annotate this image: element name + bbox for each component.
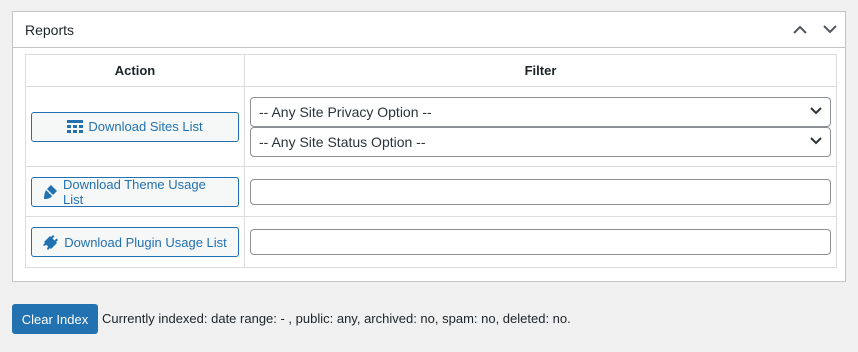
table-row: Download Theme Usage List (25, 166, 837, 217)
table-row: Download Plugin Usage List (25, 216, 837, 268)
action-cell: Download Plugin Usage List (25, 216, 245, 268)
reports-table: Action Filter Download Sites List -- Any… (25, 54, 837, 268)
select-value: -- Any Site Privacy Option -- (259, 103, 432, 120)
chevron-down-icon (810, 106, 822, 114)
paintbrush-icon (44, 184, 57, 199)
action-cell: Download Theme Usage List (25, 166, 245, 217)
filter-cell (244, 216, 837, 268)
clear-index-button[interactable]: Clear Index (12, 304, 98, 334)
site-status-select[interactable]: -- Any Site Status Option -- (250, 126, 831, 157)
plugin-filter-input[interactable] (250, 229, 831, 255)
column-header-filter: Filter (244, 54, 837, 87)
filter-cell (244, 166, 837, 217)
column-header-action: Action (25, 54, 245, 87)
theme-filter-input[interactable] (250, 178, 831, 205)
panel-title: Reports (25, 21, 75, 38)
chevron-down-icon (810, 136, 822, 144)
select-value: -- Any Site Status Option -- (259, 133, 426, 150)
button-label: Download Sites List (88, 119, 203, 134)
download-theme-usage-button[interactable]: Download Theme Usage List (31, 176, 239, 207)
panel-body: Action Filter Download Sites List -- Any… (13, 48, 845, 268)
panel-handle-actions (785, 12, 845, 47)
plugin-icon (43, 235, 59, 250)
panel-header: Reports (13, 12, 845, 48)
index-status-text: Currently indexed: date range: - , publi… (102, 311, 571, 326)
action-cell: Download Sites List (25, 86, 245, 167)
table-row: Download Sites List -- Any Site Privacy … (25, 86, 837, 167)
button-label: Download Plugin Usage List (64, 234, 227, 250)
button-label: Download Theme Usage List (63, 176, 206, 207)
grid-list-icon (67, 119, 84, 133)
toggle-panel-button[interactable] (815, 12, 845, 48)
download-plugin-usage-button[interactable]: Download Plugin Usage List (31, 227, 239, 257)
chevron-up-icon (793, 25, 807, 34)
site-privacy-select[interactable]: -- Any Site Privacy Option -- (250, 96, 831, 127)
download-sites-list-button[interactable]: Download Sites List (31, 111, 239, 142)
reports-panel: Reports Action Filter Download Sites Lis… (12, 11, 846, 282)
chevron-down-icon (823, 25, 837, 34)
filter-cell: -- Any Site Privacy Option -- -- Any Sit… (244, 86, 837, 167)
move-up-button[interactable] (785, 12, 815, 48)
